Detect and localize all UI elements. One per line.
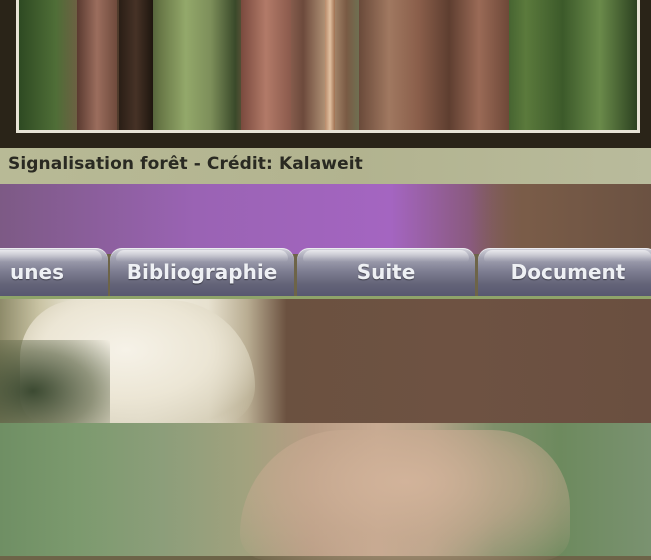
forest-photo xyxy=(16,0,640,133)
background-image-shadow xyxy=(0,340,110,425)
tab-label: Suite xyxy=(356,260,416,284)
background-image-lower-highlight xyxy=(240,430,570,560)
tab-bibliographie[interactable]: Bibliographie xyxy=(110,248,294,296)
photo-caption: Signalisation forêt - Crédit: Kalaweit xyxy=(8,154,363,174)
tab-label: unes xyxy=(10,260,64,284)
photo-frame xyxy=(0,0,651,148)
tree-trunk xyxy=(241,0,291,130)
tree-trunk xyxy=(77,0,117,130)
tree-trunk xyxy=(325,0,335,130)
tab-suite[interactable]: Suite xyxy=(297,248,475,296)
tree-trunk xyxy=(119,0,153,130)
tab-document[interactable]: Document xyxy=(478,248,651,296)
tree-trunk xyxy=(359,0,509,130)
background-band-fade xyxy=(470,184,651,254)
tab-jeunes[interactable]: unes xyxy=(0,248,108,296)
tab-label: Document xyxy=(510,260,626,284)
tab-label: Bibliographie xyxy=(126,260,278,284)
